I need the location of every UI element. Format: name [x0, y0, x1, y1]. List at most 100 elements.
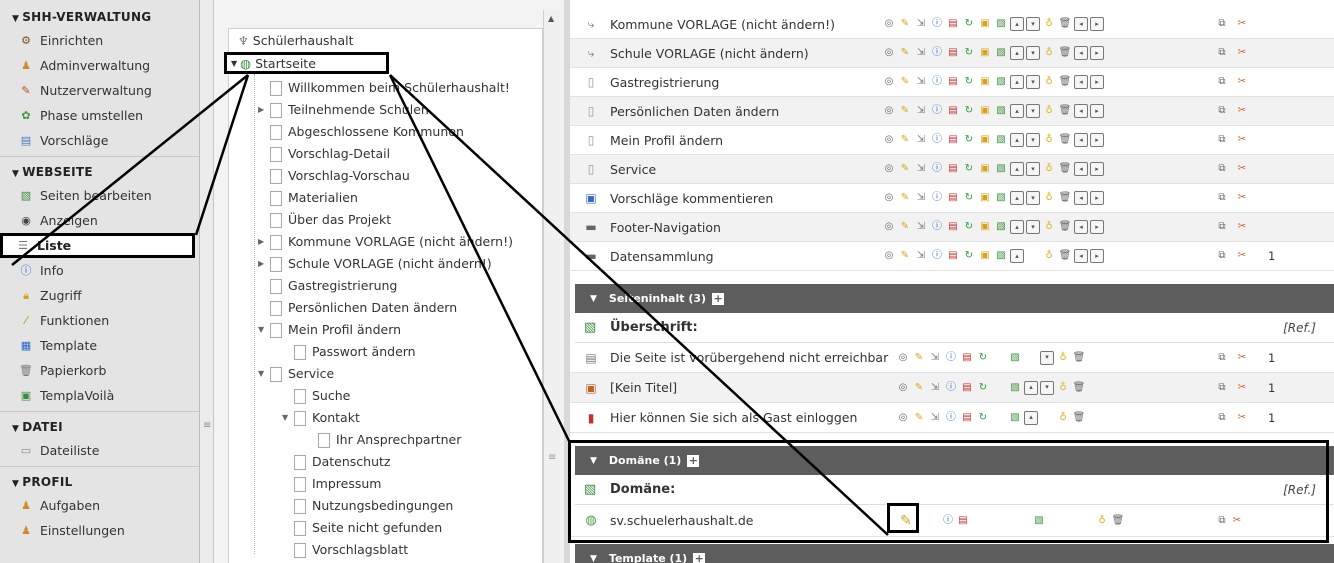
tree-node[interactable]: ▶ Kommune VORLAGE (nicht ändern!) — [258, 231, 513, 253]
move-down-icon[interactable]: ▾ — [1026, 17, 1040, 31]
move-up-icon[interactable]: ▴ — [1010, 17, 1024, 31]
copy-icon[interactable]: ⧉ — [1215, 162, 1229, 176]
tree-node[interactable]: ▶ Schule VORLAGE (nicht ändern!) — [258, 253, 492, 275]
cut-icon[interactable]: ✂ — [1235, 249, 1249, 263]
hide-bulb-icon[interactable]: ♁ — [1042, 104, 1056, 118]
undo-icon[interactable]: ↻ — [962, 75, 976, 89]
delete-trash-icon[interactable]: 🗑︎ — [1058, 75, 1072, 89]
move-up-icon[interactable]: ▴ — [1010, 191, 1024, 205]
tree-node[interactable]: Vorschlag-Detail — [258, 143, 390, 165]
tree-node[interactable]: Passwort ändern — [282, 341, 416, 363]
section-title[interactable]: ▼ PROFIL — [0, 471, 199, 493]
undo-icon[interactable]: ↻ — [976, 411, 990, 425]
add-icon[interactable]: + — [693, 552, 706, 563]
tree-node[interactable]: ▼ Kontakt — [282, 407, 360, 429]
tree-node[interactable]: Persönlichen Daten ändern — [258, 297, 457, 319]
cut-icon[interactable]: ✂ — [1235, 104, 1249, 118]
edit-pencil-icon[interactable]: ✎ — [898, 104, 912, 118]
row-title[interactable]: Kommune VORLAGE (nicht ändern!) — [610, 17, 835, 32]
move-left-icon[interactable]: ◂ — [1074, 46, 1088, 60]
access-lock-icon[interactable]: ▣ — [978, 46, 992, 60]
new-page-icon[interactable]: ▧ — [994, 104, 1008, 118]
history-icon[interactable]: ▤ — [946, 191, 960, 205]
copy-icon[interactable]: ⧉ — [1215, 191, 1229, 205]
move-down-icon[interactable]: ▾ — [1040, 350, 1054, 365]
view-icon[interactable]: ◎ — [882, 162, 896, 176]
info-icon[interactable]: ⓘ — [930, 46, 944, 60]
move-icon[interactable]: ⇲ — [914, 162, 928, 176]
undo-icon[interactable]: ↻ — [962, 104, 976, 118]
undo-icon[interactable]: ↻ — [976, 351, 990, 365]
move-icon[interactable]: ⇲ — [928, 411, 942, 425]
info-icon[interactable]: ⓘ — [930, 133, 944, 147]
delete-trash-icon[interactable]: 🗑︎ — [1058, 191, 1072, 205]
history-icon[interactable]: ▤ — [960, 351, 974, 365]
move-icon[interactable]: ⇲ — [914, 220, 928, 234]
delete-trash-icon[interactable]: 🗑︎ — [1058, 46, 1072, 60]
move-left-icon[interactable]: ◂ — [1074, 220, 1088, 234]
move-icon[interactable]: ⇲ — [914, 17, 928, 31]
row-title[interactable]: Datensammlung — [610, 249, 714, 264]
move-right-icon[interactable]: ▸ — [1090, 104, 1104, 118]
hide-bulb-icon[interactable]: ♁ — [1042, 249, 1056, 263]
move-down-icon[interactable]: ▾ — [1026, 133, 1040, 147]
menu-item-einrichten[interactable]: ⚙ Einrichten — [0, 28, 199, 53]
move-up-icon[interactable]: ▴ — [1010, 162, 1024, 176]
move-icon[interactable]: ⇲ — [914, 191, 928, 205]
cut-icon[interactable]: ✂ — [1235, 46, 1249, 60]
menu-item-dateiliste[interactable]: ▭ Dateiliste — [0, 438, 199, 463]
delete-trash-icon[interactable]: 🗑︎ — [1058, 220, 1072, 234]
tree-node-startseite[interactable]: ▼ ◍ Startseite — [224, 52, 389, 74]
move-left-icon[interactable]: ◂ — [1074, 133, 1088, 147]
info-icon[interactable]: ⓘ — [930, 220, 944, 234]
view-icon[interactable]: ◎ — [882, 17, 896, 31]
collapse-icon[interactable]: ▼ — [258, 363, 268, 385]
copy-icon[interactable]: ⧉ — [1215, 351, 1229, 365]
delete-trash-icon[interactable]: 🗑︎ — [1058, 162, 1072, 176]
move-icon[interactable]: ⇲ — [914, 75, 928, 89]
copy-icon[interactable]: ⧉ — [1215, 75, 1229, 89]
move-down-icon[interactable]: ▾ — [1040, 380, 1054, 395]
menu-splitter[interactable]: ≡ — [200, 0, 214, 563]
add-icon[interactable]: + — [712, 292, 725, 305]
move-up-icon[interactable]: ▴ — [1010, 249, 1024, 263]
row-title[interactable]: Vorschläge kommentieren — [610, 191, 773, 206]
new-page-icon[interactable]: ▧ — [994, 249, 1008, 263]
tree-root[interactable]: ♆ Schülerhaushalt — [238, 33, 353, 48]
menu-item-papierkorb[interactable]: 🗑︎ Papierkorb — [0, 358, 199, 383]
hide-bulb-icon[interactable]: ♁ — [1042, 17, 1056, 31]
menu-item-info[interactable]: ⓘ Info — [0, 258, 199, 283]
move-left-icon[interactable]: ◂ — [1074, 162, 1088, 176]
collapse-icon[interactable]: ▼ — [258, 319, 268, 341]
move-up-icon[interactable]: ▴ — [1010, 104, 1024, 118]
view-icon[interactable]: ◎ — [896, 381, 910, 395]
move-up-icon[interactable]: ▴ — [1010, 220, 1024, 234]
access-lock-icon[interactable]: ▣ — [978, 220, 992, 234]
expand-icon[interactable]: ▶ — [258, 99, 268, 121]
row-title[interactable]: Footer-Navigation — [610, 220, 721, 235]
move-right-icon[interactable]: ▸ — [1090, 17, 1104, 31]
view-icon[interactable]: ◎ — [896, 411, 910, 425]
menu-item-aufgaben[interactable]: ♟ Aufgaben — [0, 493, 199, 518]
move-icon[interactable]: ⇲ — [914, 104, 928, 118]
move-right-icon[interactable]: ▸ — [1090, 249, 1104, 263]
row-title[interactable]: Hier können Sie sich als Gast einloggen — [610, 410, 857, 425]
access-lock-icon[interactable]: ▣ — [978, 249, 992, 263]
section-bar-template[interactable]: ▼ Template (1) + — [575, 544, 1334, 563]
undo-icon[interactable]: ↻ — [962, 133, 976, 147]
move-down-icon[interactable]: ▾ — [1026, 220, 1040, 234]
tree-node[interactable]: Impressum — [282, 473, 381, 495]
access-lock-icon[interactable]: ▣ — [978, 75, 992, 89]
row-title[interactable]: Die Seite ist vorübergehend nicht erreic… — [610, 350, 888, 365]
edit-pencil-icon[interactable]: ✎ — [898, 220, 912, 234]
tree-node[interactable]: Willkommen beim Schülerhaushalt! — [258, 77, 510, 99]
undo-icon[interactable]: ↻ — [962, 46, 976, 60]
section-bar-seiteninhalt[interactable]: ▼ Seiteninhalt (3) + — [575, 284, 1334, 313]
hide-bulb-icon[interactable]: ♁ — [1042, 191, 1056, 205]
delete-trash-icon[interactable]: 🗑︎ — [1058, 133, 1072, 147]
cut-icon[interactable]: ✂ — [1235, 17, 1249, 31]
history-icon[interactable]: ▤ — [946, 220, 960, 234]
history-icon[interactable]: ▤ — [946, 104, 960, 118]
copy-icon[interactable]: ⧉ — [1215, 381, 1229, 395]
info-icon[interactable]: ⓘ — [930, 104, 944, 118]
